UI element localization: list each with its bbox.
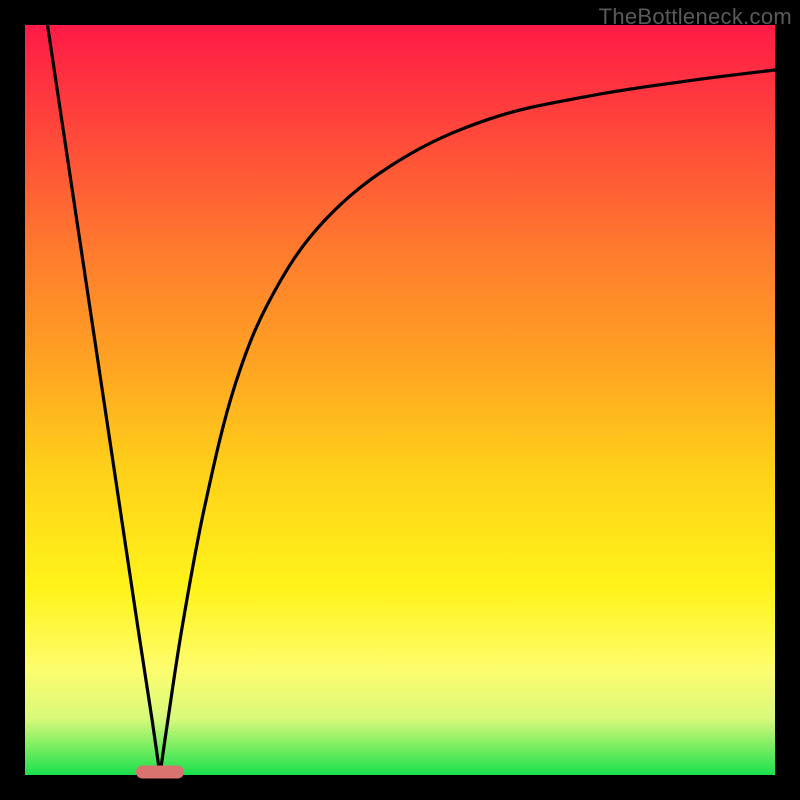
bottleneck-curve [25, 25, 775, 775]
watermark-text: TheBottleneck.com [599, 4, 792, 30]
plot-area [25, 25, 775, 775]
chart-frame: TheBottleneck.com [0, 0, 800, 800]
valley-marker [136, 766, 184, 779]
